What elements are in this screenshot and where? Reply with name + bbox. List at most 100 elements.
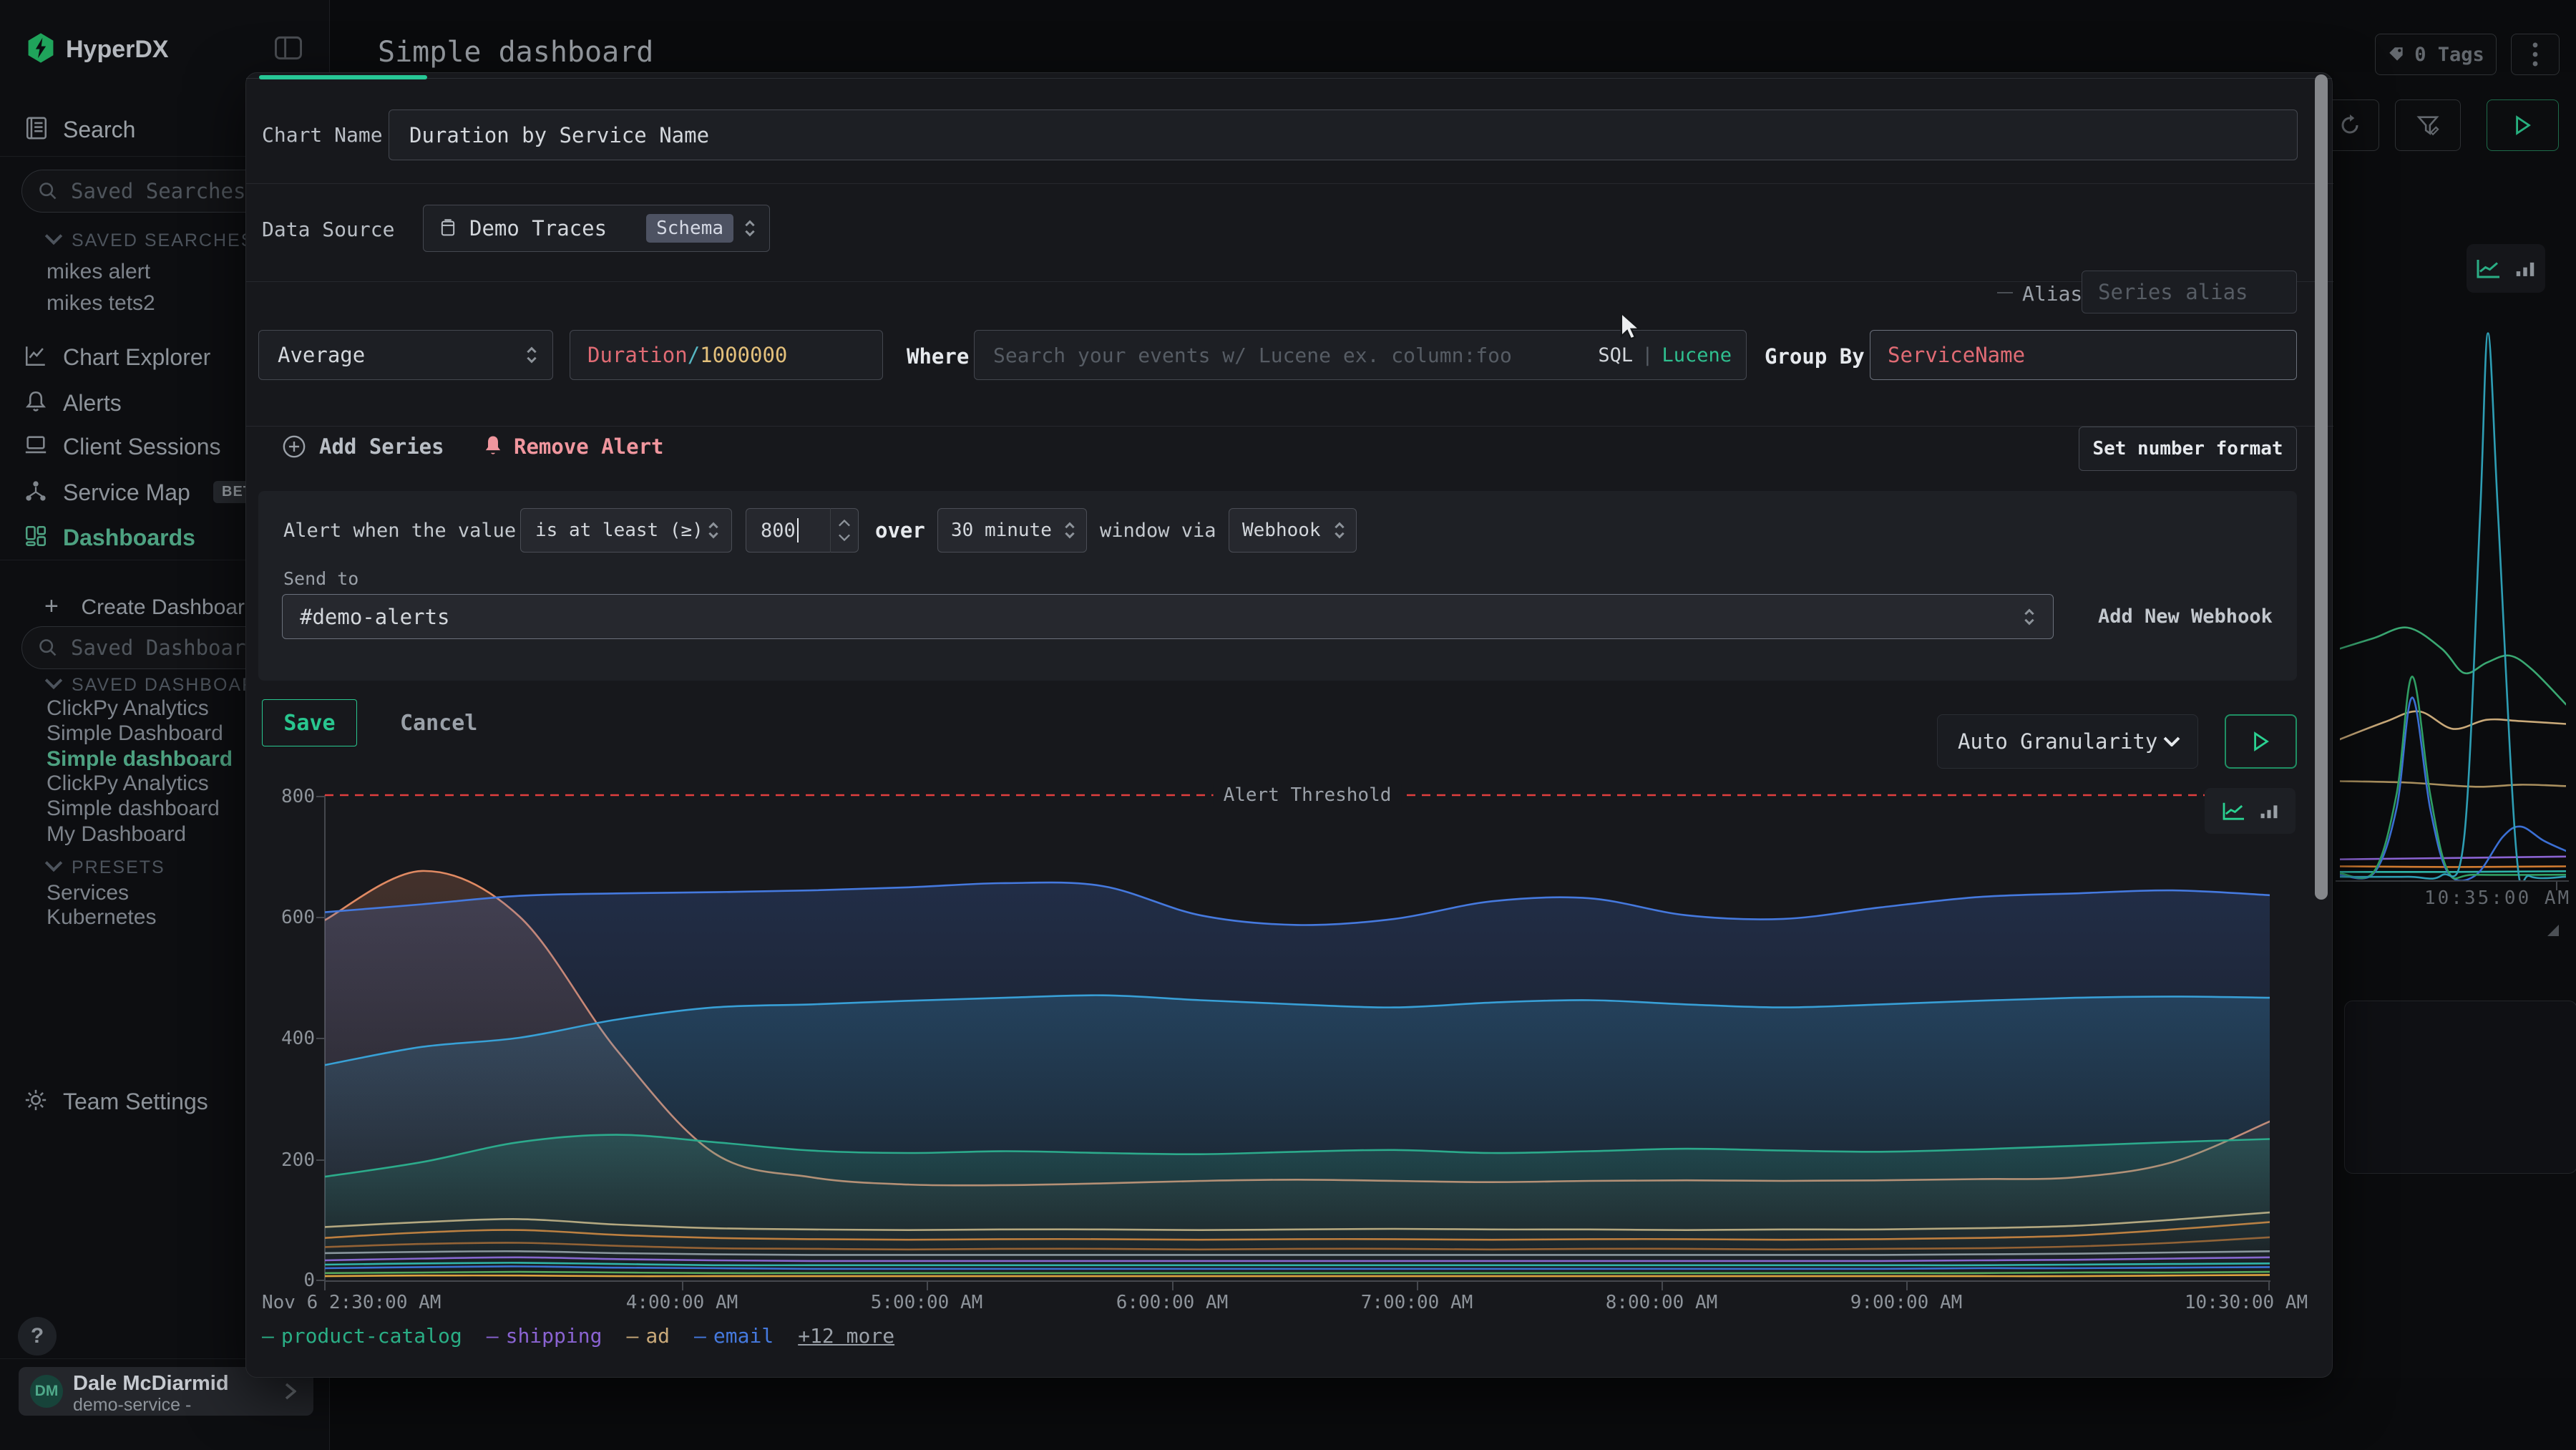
alert-window-select[interactable]: 30 minute [937, 508, 1087, 553]
saved-searches-header[interactable]: SAVED SEARCHES [72, 230, 254, 251]
lucene-toggle[interactable]: Lucene [1662, 344, 1732, 366]
legend-item[interactable]: —product-catalog [262, 1324, 462, 1348]
legend-dash: — [487, 1324, 499, 1348]
dashboard-list-item[interactable]: Simple dashboard [47, 797, 220, 821]
alias-input[interactable] [2082, 271, 2297, 313]
sidebar-item-team-settings[interactable]: Team Settings [63, 1089, 208, 1115]
bar-chart-icon[interactable] [2259, 802, 2279, 820]
modal-divider [246, 183, 2333, 184]
legend-label: email [713, 1324, 774, 1348]
chevron-down-icon[interactable] [44, 233, 63, 245]
tags-button[interactable]: 0 Tags [2375, 34, 2497, 75]
alert-settings-panel: Alert when the value is at least (≥) 800… [258, 491, 2297, 681]
alert-condition-value: is at least (≥) [535, 520, 703, 541]
background-chart-toggle [2467, 244, 2545, 293]
search-nav-icon [24, 116, 49, 140]
scrollbar-thumb[interactable] [2315, 74, 2328, 900]
bar-chart-icon[interactable] [2514, 258, 2536, 278]
filter-edit-icon [2416, 113, 2440, 137]
bell-icon [482, 435, 504, 458]
spinner-up-icon[interactable] [838, 520, 851, 527]
x-tick [1662, 1282, 1663, 1290]
line-chart-icon[interactable] [2222, 801, 2246, 821]
sidebar-item-client-sessions[interactable]: Client Sessions [63, 434, 221, 460]
group-by-input[interactable]: ServiceName [1870, 330, 2297, 380]
saved-dashboards-input[interactable] [69, 635, 273, 661]
search-icon [38, 181, 58, 201]
create-dashboard-button[interactable]: + Create Dashboard [44, 593, 257, 621]
modal-scrollbar[interactable] [2315, 73, 2328, 1377]
add-series-button[interactable]: Add Series [282, 434, 444, 459]
saved-searches-input[interactable] [69, 178, 273, 204]
saved-search-item[interactable]: mikes alert [47, 260, 150, 284]
play-icon [2253, 731, 2270, 751]
hyperdx-app: 10:35:00 AM 0 Tags HyperDX Search [0, 0, 2576, 1450]
mini-chart-timestamp: 10:35:00 AM [2424, 887, 2571, 909]
line-chart-icon[interactable] [2476, 258, 2502, 279]
x-tick [2268, 1282, 2270, 1290]
remove-alert-button[interactable]: Remove Alert [482, 434, 664, 459]
sidebar-item-service-map[interactable]: Service Map BETA [63, 480, 190, 506]
help-button[interactable]: ? [18, 1317, 57, 1356]
saved-search-item[interactable]: mikes tets2 [47, 291, 155, 316]
chart-type-toggle [2205, 788, 2296, 834]
select-chevrons-icon [2021, 606, 2037, 628]
set-number-format-button[interactable]: Set number format [2079, 427, 2297, 471]
aggregation-select[interactable]: Average [258, 330, 553, 380]
field-input[interactable]: Duration/1000000 [570, 330, 883, 380]
chevron-down-icon [2163, 736, 2180, 746]
granularity-select[interactable]: Auto Granularity [1937, 714, 2198, 769]
sidebar-item-dashboards[interactable]: Dashboards [63, 525, 195, 551]
mini-chart-axis [2336, 880, 2569, 882]
presets-header[interactable]: PRESETS [72, 857, 165, 878]
preset-item[interactable]: Services [47, 881, 129, 905]
plus-icon: + [44, 593, 59, 620]
x-axis-label: 10:30:00 AM [2185, 1292, 2308, 1313]
alert-threshold-label: Alert Threshold [1214, 784, 1402, 806]
webhook-select[interactable]: #demo-alerts [282, 594, 2054, 639]
select-chevrons-icon [524, 344, 540, 366]
alias-value[interactable] [2097, 279, 2282, 305]
sidebar-item-chart-explorer[interactable]: Chart Explorer [63, 344, 210, 371]
legend-item[interactable]: —shipping [487, 1324, 602, 1348]
chart-explorer-icon [24, 344, 48, 368]
y-axis-label: 600 [246, 907, 315, 928]
alert-condition-select[interactable]: is at least (≥) [520, 508, 732, 553]
sidebar-toggle-button[interactable] [275, 36, 302, 63]
header-run-button[interactable] [2487, 99, 2559, 151]
granularity-value: Auto Granularity [1958, 729, 2157, 754]
sql-toggle[interactable]: SQL [1598, 344, 1633, 366]
preset-item[interactable]: Kubernetes [47, 905, 156, 930]
alert-threshold-input[interactable]: 800 [746, 508, 859, 553]
run-query-button[interactable] [2225, 714, 2297, 769]
spinner-down-icon[interactable] [838, 534, 851, 541]
cancel-button[interactable]: Cancel [400, 711, 477, 736]
dashboard-list-item[interactable]: ClickPy Analytics [47, 696, 209, 721]
x-axis-label: 5:00:00 AM [871, 1292, 983, 1313]
save-button[interactable]: Save [262, 699, 357, 746]
chart-name-value[interactable] [408, 122, 2278, 148]
filter-button[interactable] [2395, 99, 2461, 151]
resize-handle-icon[interactable] [2547, 925, 2559, 936]
add-new-webhook-button[interactable]: Add New Webhook [2098, 605, 2273, 628]
chevron-down-icon[interactable] [44, 860, 63, 872]
legend-item[interactable]: —email [694, 1324, 774, 1348]
more-options-button[interactable] [2511, 34, 2560, 75]
sidebar-item-search[interactable]: Search [63, 117, 135, 143]
chevron-down-icon[interactable] [44, 678, 63, 689]
field-token-column: Duration [587, 343, 688, 367]
alert-prefix-label: Alert when the value [283, 520, 516, 542]
chart-name-input[interactable] [389, 110, 2298, 160]
duration-chart[interactable] [325, 785, 2270, 1286]
dashboard-list-item[interactable]: Simple Dashboard [47, 721, 223, 746]
legend-item[interactable]: —ad [626, 1324, 670, 1348]
data-source-select[interactable]: Demo Traces Schema [423, 205, 770, 252]
dashboard-list-item-active[interactable]: Simple dashboard [47, 747, 233, 772]
where-input[interactable] [992, 343, 1589, 368]
number-spinner[interactable] [830, 508, 858, 553]
legend-more-button[interactable]: +12 more [798, 1324, 894, 1348]
sidebar-item-alerts[interactable]: Alerts [63, 390, 122, 417]
dashboard-list-item[interactable]: ClickPy Analytics [47, 772, 209, 796]
dashboard-list-item[interactable]: My Dashboard [47, 822, 186, 847]
alert-channel-select[interactable]: Webhook [1229, 508, 1357, 553]
